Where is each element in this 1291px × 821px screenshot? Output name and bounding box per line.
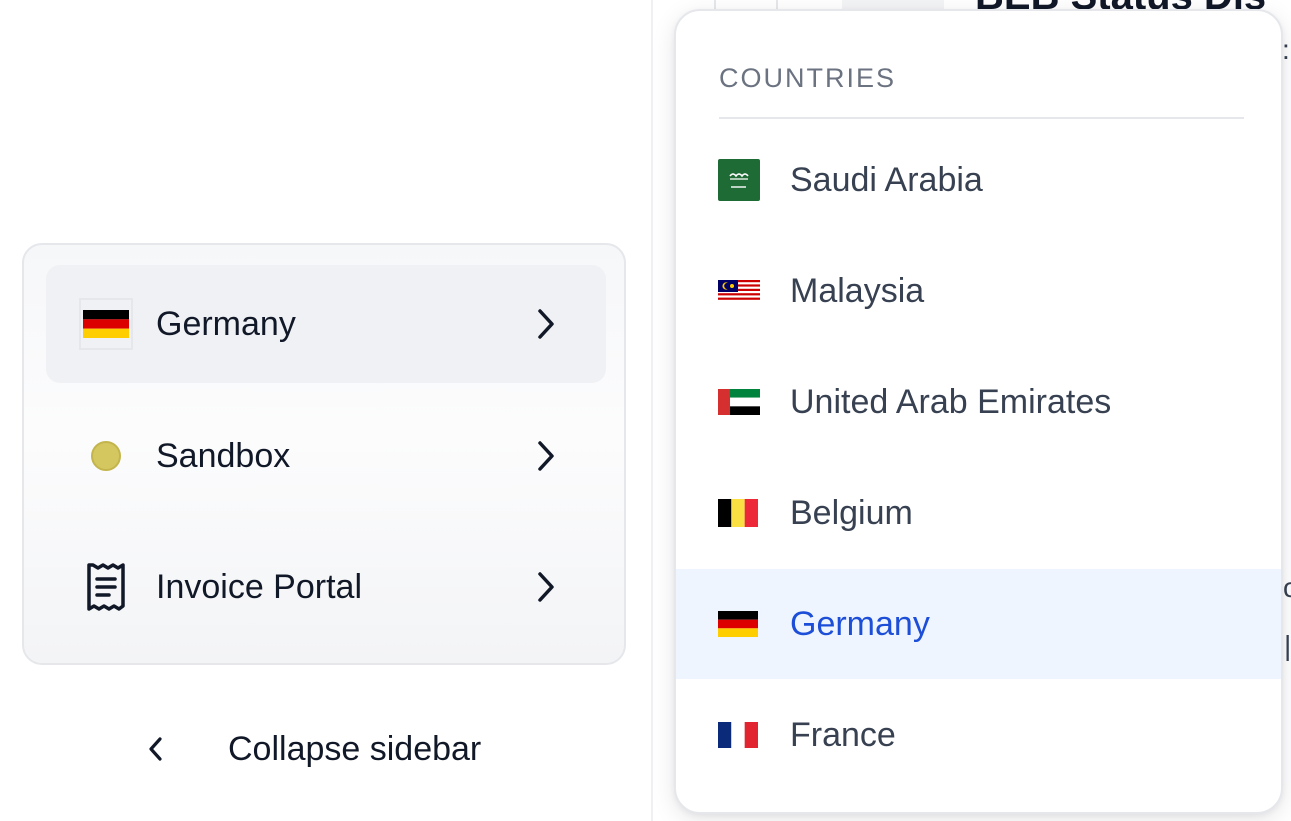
dropdown-divider (719, 117, 1244, 119)
country-option-malaysia[interactable]: Malaysia (676, 236, 1281, 346)
country-name: United Arab Emirates (790, 382, 1112, 421)
sidebar-item-sandbox[interactable]: Sandbox (46, 397, 606, 515)
sidebar-item-label: Invoice Portal (156, 567, 362, 606)
sidebar-item-label: Germany (156, 304, 296, 343)
country-option-germany[interactable]: Germany (676, 569, 1281, 679)
saudi-arabia-flag-icon (718, 159, 760, 201)
background-fragment: | (1284, 630, 1291, 661)
france-flag-icon (718, 722, 760, 748)
country-name: Germany (790, 604, 930, 643)
country-dropdown: COUNTRIES Saudi Arabia Malaysia United A… (674, 9, 1283, 814)
sidebar-item-germany[interactable]: Germany (46, 265, 606, 383)
chevron-right-icon (526, 567, 566, 607)
country-name: Malaysia (790, 271, 925, 310)
status-dot-icon (91, 441, 121, 471)
sidebar-divider (651, 0, 653, 821)
sidebar-item-lead (78, 298, 134, 350)
dropdown-header: COUNTRIES (719, 63, 897, 93)
country-name: Belgium (790, 493, 913, 532)
country-option-france[interactable]: France (676, 680, 1281, 790)
country-name: Saudi Arabia (790, 160, 983, 199)
background-fragment: c (1283, 572, 1291, 603)
country-option-belgium[interactable]: Belgium (676, 458, 1281, 568)
germany-flag-icon (718, 611, 760, 637)
sidebar-item-invoice-portal[interactable]: Invoice Portal (46, 528, 606, 646)
receipt-icon (85, 562, 127, 612)
background-fragment: : (1282, 34, 1290, 65)
germany-flag-icon (79, 298, 133, 350)
chevron-left-icon (140, 734, 170, 764)
chevron-right-icon (526, 304, 566, 344)
country-option-saudi-arabia[interactable]: Saudi Arabia (676, 125, 1281, 235)
sidebar: Germany Sandbox Invoice Portal Collapse … (0, 0, 652, 821)
collapse-sidebar-button[interactable]: Collapse sidebar (140, 720, 481, 778)
belgium-flag-icon (718, 499, 760, 527)
collapse-sidebar-label: Collapse sidebar (228, 729, 482, 768)
sidebar-nav-card: Germany Sandbox Invoice Portal (22, 243, 626, 665)
sidebar-item-lead (78, 441, 134, 471)
sidebar-item-lead (78, 562, 134, 612)
malaysia-flag-icon (718, 280, 760, 302)
uae-flag-icon (718, 389, 760, 415)
country-option-united-arab-emirates[interactable]: United Arab Emirates (676, 347, 1281, 457)
sidebar-item-label: Sandbox (156, 436, 291, 475)
country-name: France (790, 715, 896, 754)
chevron-right-icon (526, 436, 566, 476)
